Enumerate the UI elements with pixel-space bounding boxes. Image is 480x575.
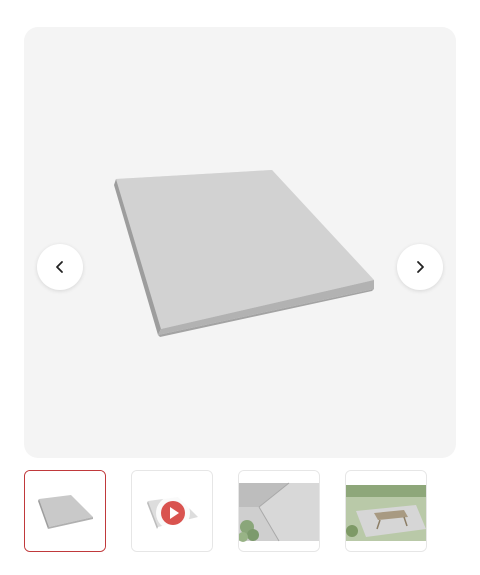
play-icon <box>156 496 190 530</box>
thumbnail-slab[interactable] <box>24 470 106 552</box>
next-image-button[interactable] <box>397 244 443 290</box>
chevron-right-icon <box>417 261 424 273</box>
chevron-left-icon <box>56 261 63 273</box>
thumbnail-strip <box>24 470 432 554</box>
previous-image-button[interactable] <box>37 244 83 290</box>
product-gallery <box>24 27 456 458</box>
closeup-thumbnail-image <box>239 471 319 551</box>
thumbnail-closeup[interactable] <box>238 470 320 552</box>
garden-thumbnail-image <box>346 471 426 551</box>
product-image <box>114 170 374 337</box>
thumbnail-garden[interactable] <box>345 470 427 552</box>
thumbnail-video[interactable] <box>131 470 213 552</box>
slab-thumbnail-image <box>25 471 105 551</box>
